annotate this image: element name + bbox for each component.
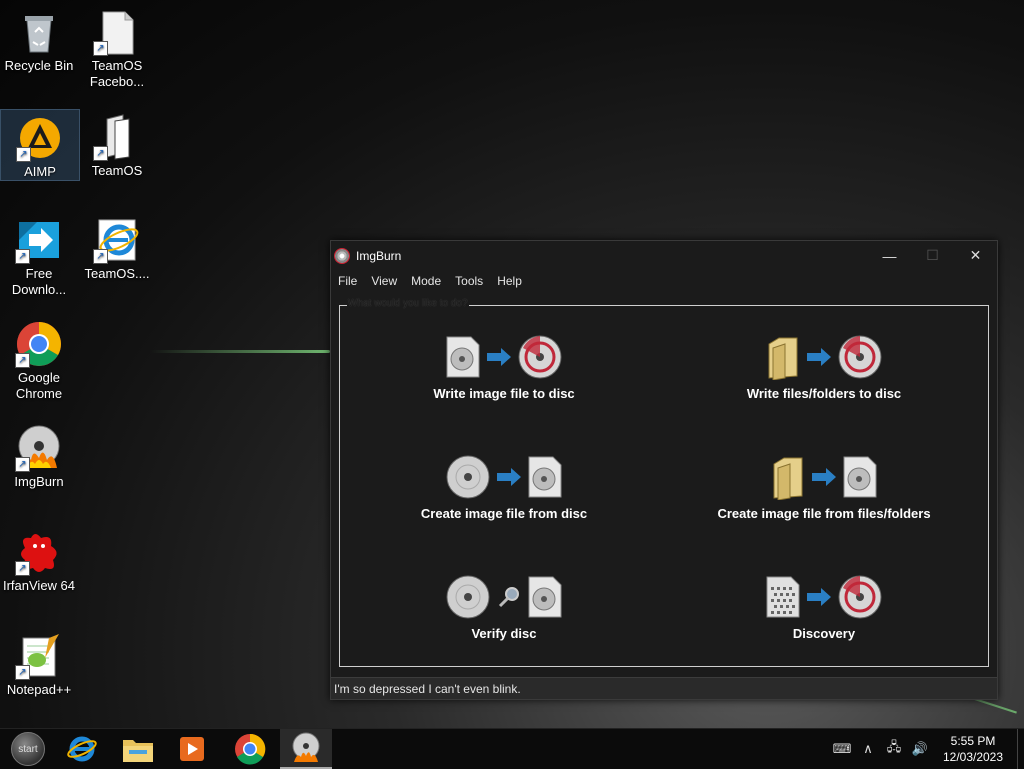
arrow-right-icon (812, 468, 836, 486)
verify-disc-button[interactable]: Verify disc (354, 572, 654, 641)
system-tray: ⌨ ∧ 🖧 🔊 5:55 PM 12/03/2023 (829, 729, 1024, 769)
chrome-icon (235, 733, 266, 765)
burn-disc-icon (518, 335, 562, 379)
disc-icon (446, 575, 490, 619)
clock-time: 5:55 PM (950, 734, 996, 748)
desktop-icon-free-download-manager[interactable]: ↗ Free Downlo... (0, 212, 78, 298)
start-button[interactable]: start (2, 729, 54, 769)
folder-icon (123, 740, 153, 762)
arrow-right-icon (807, 588, 831, 606)
create-image-from-files-label: Create image file from files/folders (717, 506, 931, 521)
noise-file-icon (766, 576, 800, 618)
mode-selection-group: What would you like to do? Write image f… (339, 298, 989, 667)
recycle-bin-icon (15, 8, 63, 56)
image-file-icon (528, 456, 562, 498)
desktop-icon-teamos[interactable]: ↗ TeamOS (78, 109, 156, 179)
taskbar-file-explorer[interactable] (112, 729, 164, 769)
imgburn-app-icon (334, 247, 350, 264)
irfanview-icon: ↗ (15, 528, 63, 576)
shortcut-arrow-icon: ↗ (15, 665, 30, 680)
folder-icon (768, 337, 798, 380)
burn-disc-icon (838, 575, 882, 619)
aimp-icon: ↗ (16, 114, 64, 162)
internet-explorer-icon (67, 736, 97, 762)
start-orb: start (11, 732, 45, 766)
desktop-icon-aimp[interactable]: ↗ AIMP (0, 109, 80, 181)
imgburn-icon (292, 732, 320, 762)
desktop-icon-teamos-ie[interactable]: ↗ TeamOS.... (78, 212, 156, 282)
taskbar-imgburn[interactable] (280, 729, 332, 769)
menu-bar: File View Mode Tools Help (331, 270, 997, 292)
image-file-icon (843, 456, 877, 498)
menu-tools[interactable]: Tools (448, 274, 490, 288)
shortcut-arrow-icon: ↗ (16, 147, 31, 162)
status-bar: I'm so depressed I can't even blink. (331, 677, 997, 699)
arrow-right-icon (487, 348, 511, 366)
title-bar[interactable]: ImgBurn — ☐ ✕ (331, 241, 997, 270)
taskbar-media-player[interactable] (166, 729, 218, 769)
magnifier-icon (498, 587, 519, 608)
shortcut-arrow-icon: ↗ (15, 353, 30, 368)
create-image-from-disc-label: Create image file from disc (420, 506, 588, 521)
clock-date: 12/03/2023 (942, 750, 1004, 764)
create-image-from-disc-button[interactable]: Create image file from disc (354, 452, 654, 521)
menu-help[interactable]: Help (490, 274, 529, 288)
internet-explorer-icon: ↗ (93, 216, 141, 264)
menu-file[interactable]: File (331, 274, 364, 288)
free-download-manager-icon: ↗ (15, 216, 63, 264)
clock[interactable]: 5:55 PM 12/03/2023 (933, 733, 1013, 765)
taskbar-internet-explorer[interactable] (56, 729, 108, 769)
write-files-to-disc-button[interactable]: Write files/folders to disc (674, 332, 974, 401)
desktop-icon-irfanview[interactable]: ↗ IrfanView 64 (0, 524, 78, 594)
menu-view[interactable]: View (364, 274, 404, 288)
chrome-icon: ↗ (15, 320, 63, 368)
desktop-icon-notepad-plus-plus[interactable]: ↗ Notepad++ (0, 628, 78, 698)
burn-disc-icon (838, 335, 882, 379)
arrow-right-icon (807, 348, 831, 366)
image-file-icon (446, 336, 480, 378)
taskbar-google-chrome[interactable] (224, 729, 276, 769)
discovery-button[interactable]: Discovery (674, 572, 974, 641)
document-shortcut-icon: ↗ (93, 8, 141, 56)
desktop-icon-google-chrome[interactable]: ↗ Google Chrome (0, 316, 78, 402)
chevron-up-icon[interactable]: ∧ (855, 741, 881, 757)
write-files-to-disc-label: Write files/folders to disc (746, 386, 902, 401)
imgburn-icon: ↗ (15, 424, 63, 472)
folder-icon (773, 457, 803, 500)
minimize-button[interactable]: — (868, 241, 911, 270)
verify-disc-label: Verify disc (471, 626, 537, 641)
shortcut-arrow-icon: ↗ (93, 249, 108, 264)
create-image-from-files-button[interactable]: Create image file from files/folders (674, 452, 974, 521)
group-title: What would you like to do? (347, 298, 469, 309)
volume-icon[interactable]: 🔊 (907, 741, 933, 757)
menu-mode[interactable]: Mode (404, 274, 448, 288)
pages-icon: ↗ (93, 113, 141, 161)
shortcut-arrow-icon: ↗ (15, 561, 30, 576)
wallpaper-streak (150, 350, 330, 353)
imgburn-window: ImgBurn — ☐ ✕ File View Mode Tools Help … (330, 240, 998, 700)
shortcut-arrow-icon: ↗ (93, 41, 108, 56)
maximize-button: ☐ (926, 247, 939, 263)
write-image-to-disc-button[interactable]: Write image file to disc (354, 332, 654, 401)
desktop-icon-teamos-facebook[interactable]: ↗ TeamOS Facebo... (78, 4, 156, 90)
taskbar: start ⌨ ∧ 🖧 🔊 5:55 PM 12/03/2023 (0, 728, 1024, 769)
write-image-to-disc-label: Write image file to disc (433, 386, 575, 401)
shortcut-arrow-icon: ↗ (15, 249, 30, 264)
image-file-icon (528, 576, 562, 618)
shortcut-arrow-icon: ↗ (15, 457, 30, 472)
keyboard-icon[interactable]: ⌨ (829, 741, 855, 757)
disc-icon (446, 455, 490, 499)
shortcut-arrow-icon: ↗ (93, 146, 108, 161)
arrow-right-icon (497, 468, 521, 486)
desktop-icon-recycle-bin[interactable]: Recycle Bin (0, 4, 78, 74)
desktop-icon-imgburn[interactable]: ↗ ImgBurn (0, 420, 78, 490)
show-desktop-button[interactable] (1017, 729, 1024, 769)
notepad-plus-plus-icon: ↗ (15, 632, 63, 680)
network-icon[interactable]: 🖧 (881, 738, 907, 760)
discovery-label: Discovery (792, 626, 856, 641)
media-player-icon (180, 737, 204, 761)
window-title: ImgBurn (356, 248, 402, 263)
close-button[interactable]: ✕ (954, 241, 997, 270)
